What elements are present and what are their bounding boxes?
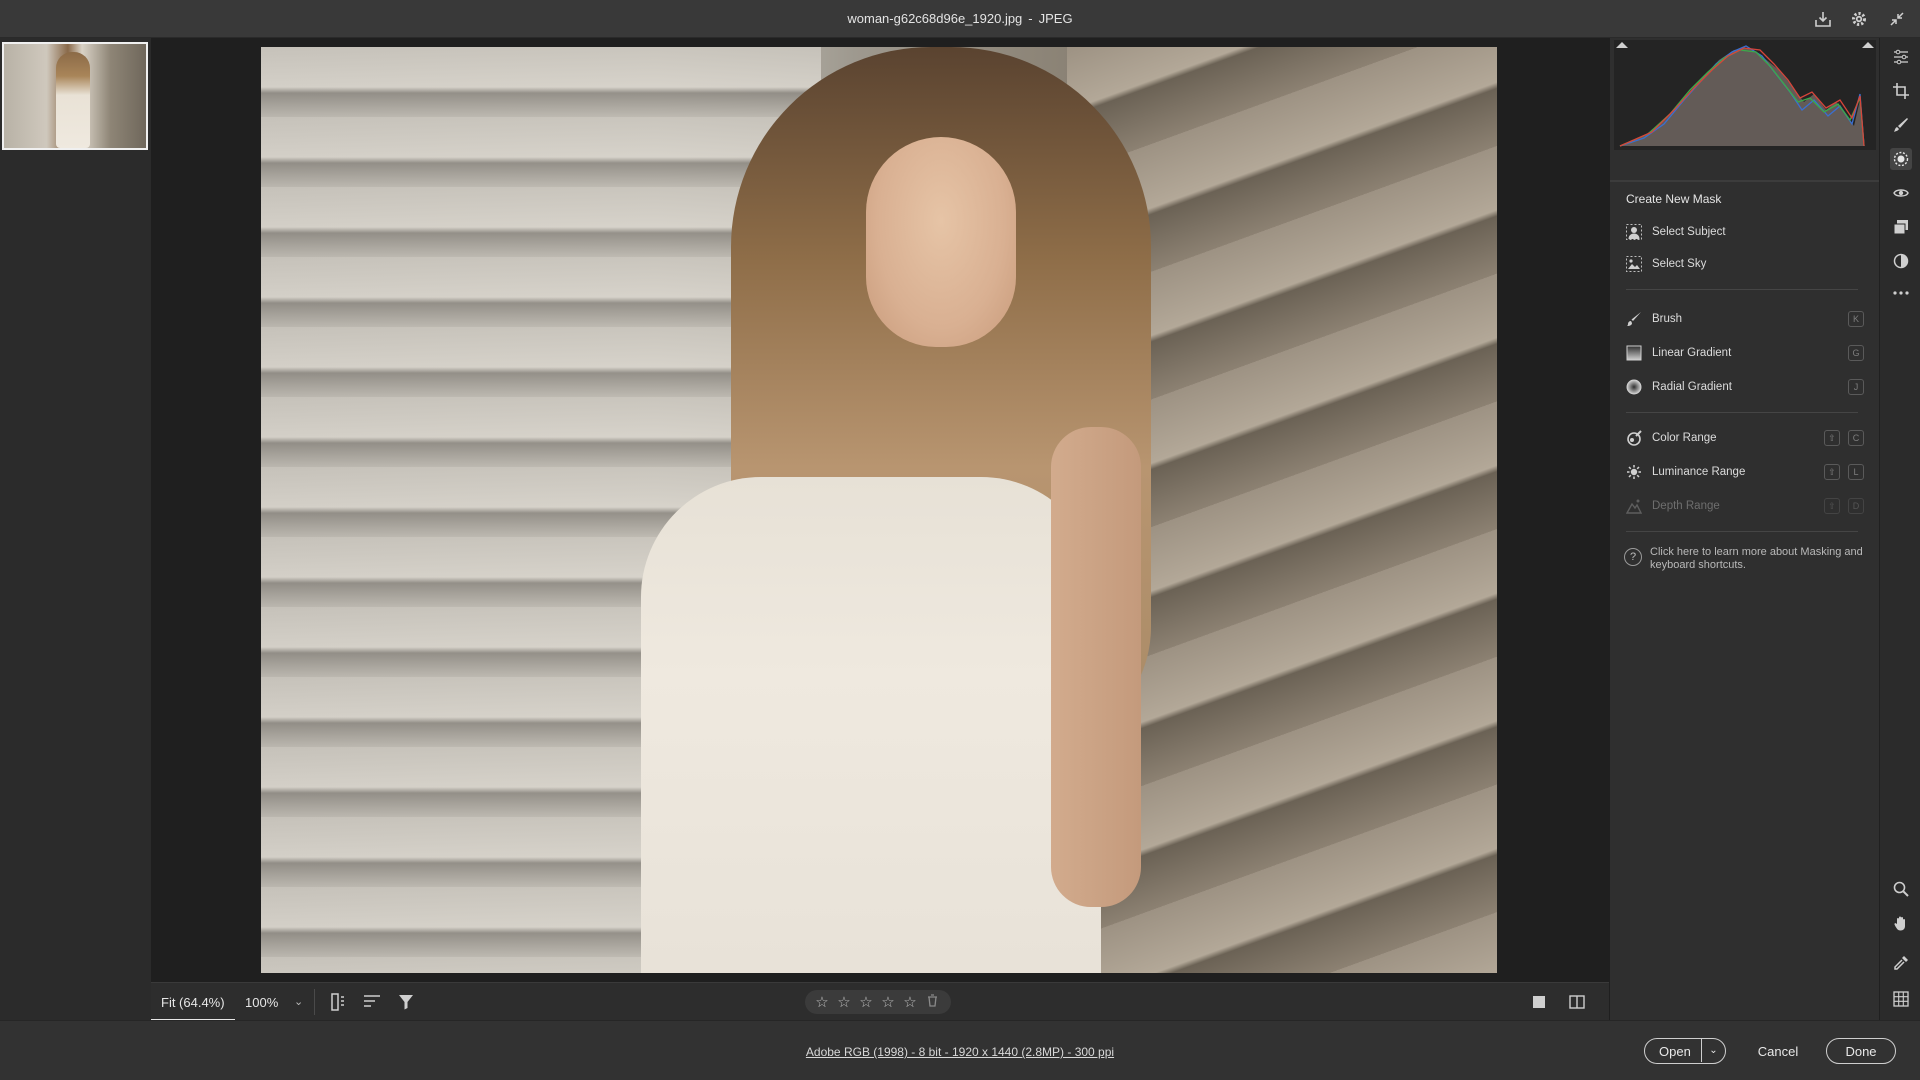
title-separator: - (1028, 11, 1033, 26)
sky-icon (1624, 254, 1644, 274)
footer-bar: Adobe RGB (1998) - 8 bit - 1920 x 1440 (… (0, 1020, 1920, 1080)
color-range-button[interactable]: Color Range ⇧ C (1624, 427, 1864, 449)
brush-icon (1624, 309, 1644, 329)
divider (1626, 531, 1858, 532)
photo-dress (641, 477, 1101, 973)
trash-icon[interactable] (927, 994, 938, 1010)
photo-arm (1051, 427, 1141, 907)
shortcut-modifier: ⇧ (1824, 498, 1840, 514)
thumbnail-subject (56, 52, 90, 148)
collapse-window-icon[interactable] (1887, 9, 1907, 29)
image-canvas[interactable]: Fit (64.4%) 100% ⌄ ☆ ☆ ☆ ☆ ☆ (151, 38, 1609, 1021)
person-icon (1624, 222, 1644, 242)
snapshots-icon[interactable] (1890, 216, 1912, 238)
photo-preview[interactable] (261, 47, 1497, 973)
gear-icon[interactable] (1849, 9, 1869, 29)
shortcut-key: D (1848, 498, 1864, 514)
zoom-icon[interactable] (1890, 878, 1912, 900)
shortcut-key: C (1848, 430, 1864, 446)
presets-icon[interactable] (1890, 250, 1912, 272)
shortcut-key: G (1848, 345, 1864, 361)
single-view-icon[interactable] (1529, 992, 1549, 1012)
red-eye-icon[interactable] (1890, 182, 1912, 204)
masking-icon[interactable] (1890, 148, 1912, 170)
save-image-icon[interactable] (1813, 9, 1833, 29)
select-subject-label: Select Subject (1652, 226, 1726, 238)
crop-icon[interactable] (1890, 80, 1912, 102)
open-button[interactable]: Open ⌄ (1644, 1038, 1726, 1064)
linear-gradient-button[interactable]: Linear Gradient G (1624, 342, 1864, 364)
create-new-mask-title: Create New Mask (1626, 192, 1722, 206)
radial-gradient-icon (1624, 377, 1644, 397)
workflow-options-link[interactable]: Adobe RGB (1998) - 8 bit - 1920 x 1440 (… (0, 1045, 1920, 1059)
help-icon: ? (1624, 548, 1642, 566)
photo-face (866, 137, 1016, 347)
masking-help-text: Click here to learn more about Masking a… (1650, 546, 1863, 571)
brush-button[interactable]: Brush K (1624, 308, 1864, 330)
depth-range-icon (1624, 496, 1644, 516)
divider (1626, 289, 1858, 290)
window-title: woman-g62c68d96e_1920.jpg - JPEG (0, 11, 1920, 26)
masking-panel: Create New Mask Select Subject Select Sk… (1609, 38, 1880, 1020)
filmstrip-toggle-icon[interactable] (328, 992, 348, 1012)
masking-help-link[interactable]: ? Click here to learn more about Masking… (1624, 546, 1864, 572)
select-sky-button[interactable]: Select Sky (1624, 253, 1864, 275)
filmstrip (0, 38, 151, 1020)
title-bar: woman-g62c68d96e_1920.jpg - JPEG (0, 0, 1920, 38)
zoom-100-button[interactable]: 100% (245, 995, 278, 1010)
histogram-divider (1610, 180, 1880, 182)
shortcut-key: K (1848, 311, 1864, 327)
rating-star-1[interactable]: ☆ (813, 993, 831, 1011)
filename: woman-g62c68d96e_1920.jpg (847, 11, 1023, 26)
chevron-down-icon[interactable]: ⌄ (1701, 1039, 1725, 1062)
radial-gradient-button[interactable]: Radial Gradient J (1624, 376, 1864, 398)
edit-sliders-icon[interactable] (1890, 46, 1912, 68)
image-thumbnail[interactable] (2, 42, 148, 150)
healing-brush-icon[interactable] (1890, 114, 1912, 136)
tool-strip (1879, 38, 1920, 1020)
rating-star-5[interactable]: ☆ (901, 993, 919, 1011)
rating-star-2[interactable]: ☆ (835, 993, 853, 1011)
luminance-range-button[interactable]: Luminance Range ⇧ L (1624, 461, 1864, 483)
histogram (1614, 40, 1876, 150)
canvas-toolbar: Fit (64.4%) 100% ⌄ ☆ ☆ ☆ ☆ ☆ (151, 982, 1609, 1021)
color-sampler-icon[interactable] (1890, 952, 1912, 974)
cancel-button[interactable]: Cancel (1744, 1038, 1812, 1064)
done-button[interactable]: Done (1826, 1038, 1896, 1064)
rating-star-3[interactable]: ☆ (857, 993, 875, 1011)
divider (1626, 412, 1858, 413)
sort-icon[interactable] (362, 992, 382, 1012)
linear-gradient-icon (1624, 343, 1644, 363)
more-options-icon[interactable] (1890, 282, 1912, 304)
rating-control: ☆ ☆ ☆ ☆ ☆ (805, 990, 951, 1014)
shortcut-key: L (1848, 464, 1864, 480)
luminance-range-icon (1624, 462, 1644, 482)
depth-range-label: Depth Range (1652, 500, 1720, 512)
before-after-icon[interactable] (1567, 992, 1587, 1012)
shortcut-modifier: ⇧ (1824, 464, 1840, 480)
brush-label: Brush (1652, 313, 1683, 325)
select-subject-button[interactable]: Select Subject (1624, 221, 1864, 243)
file-format: JPEG (1038, 11, 1073, 26)
zoom-dropdown-icon[interactable]: ⌄ (294, 995, 303, 1008)
rating-star-4[interactable]: ☆ (879, 993, 897, 1011)
depth-range-button: Depth Range ⇧ D (1624, 495, 1864, 517)
open-label: Open (1659, 1043, 1691, 1059)
luminance-range-label: Luminance Range (1652, 466, 1746, 478)
grid-overlay-icon[interactable] (1890, 988, 1912, 1010)
color-range-icon (1624, 428, 1644, 448)
select-sky-label: Select Sky (1652, 258, 1707, 270)
zoom-fit-button[interactable]: Fit (64.4%) (151, 983, 235, 1021)
shortcut-key: J (1848, 379, 1864, 395)
linear-gradient-label: Linear Gradient (1652, 347, 1732, 359)
color-range-label: Color Range (1652, 432, 1717, 444)
shortcut-modifier: ⇧ (1824, 430, 1840, 446)
hand-icon[interactable] (1890, 912, 1912, 934)
filter-icon[interactable] (396, 992, 416, 1012)
divider (314, 989, 315, 1015)
radial-gradient-label: Radial Gradient (1652, 381, 1732, 393)
